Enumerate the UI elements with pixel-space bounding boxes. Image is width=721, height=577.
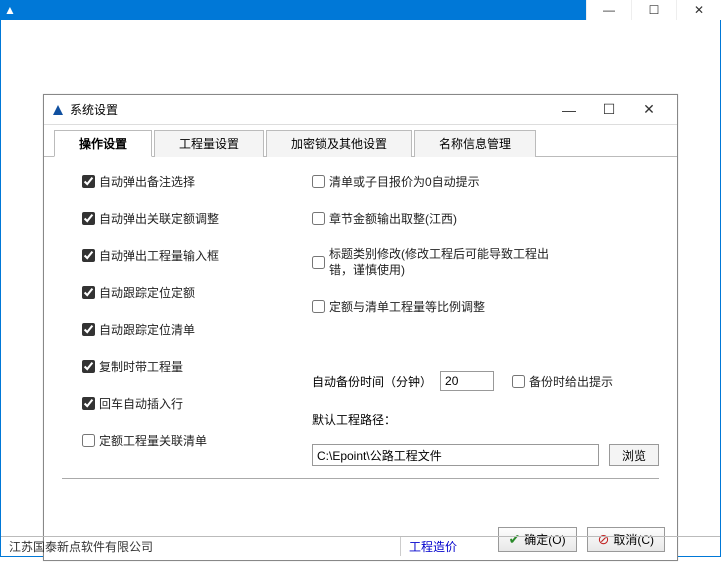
backup-minutes-input[interactable] (440, 371, 494, 391)
option-copy-with-quantity[interactable]: 复制时带工程量 (82, 358, 292, 375)
option-title-category-modify[interactable]: 标题类别修改(修改工程后可能导致工程出错，谨慎使用) (312, 247, 659, 278)
option-enter-auto-insert-row[interactable]: 回车自动插入行 (82, 395, 292, 412)
option-auto-popup-quantity-input[interactable]: 自动弹出工程量输入框 (82, 247, 292, 264)
dialog-window-controls: — ☐ ✕ (549, 96, 669, 124)
outer-window-titlebar: ▲ — ☐ ✕ (0, 0, 721, 20)
settings-dialog: 系统设置 — ☐ ✕ 操作设置 工程量设置 加密锁及其他设置 名称信息管理 自动… (43, 94, 678, 561)
tab-label: 操作设置 (79, 137, 127, 151)
option-auto-popup-remark[interactable]: 自动弹出备注选择 (82, 173, 292, 190)
option-auto-track-list[interactable]: 自动跟踪定位清单 (82, 321, 292, 338)
tab-label: 加密锁及其他设置 (291, 137, 387, 151)
option-auto-track-quota[interactable]: 自动跟踪定位定额 (82, 284, 292, 301)
app-logo-icon (52, 104, 64, 116)
option-label: 定额与清单工程量等比例调整 (329, 298, 485, 315)
tab-dongle-settings[interactable]: 加密锁及其他设置 (266, 130, 412, 157)
option-label: 自动跟踪定位定额 (99, 284, 195, 301)
tab-operation-settings[interactable]: 操作设置 (54, 130, 152, 157)
checkbox[interactable] (82, 434, 95, 447)
dialog-maximize-button[interactable]: ☐ (589, 96, 629, 124)
checkbox[interactable] (312, 212, 325, 225)
option-chapter-amount-round[interactable]: 章节金额输出取整(江西) (312, 210, 659, 227)
option-label: 回车自动插入行 (99, 395, 183, 412)
checkbox[interactable] (82, 397, 95, 410)
checkbox[interactable] (512, 375, 525, 388)
option-label: 自动跟踪定位清单 (99, 321, 195, 338)
option-backup-prompt[interactable]: 备份时给出提示 (512, 373, 613, 390)
default-path-label: 默认工程路径： (312, 411, 659, 428)
checkbox[interactable] (82, 323, 95, 336)
option-auto-popup-related-adjust[interactable]: 自动弹出关联定额调整 (82, 210, 292, 227)
option-label: 自动弹出备注选择 (99, 173, 195, 190)
tab-label: 工程量设置 (179, 137, 239, 151)
browse-button[interactable]: 浏览 (609, 444, 659, 466)
right-options-column: 清单或子目报价为0自动提示 章节金额输出取整(江西) 标题类别修改(修改工程后可… (312, 173, 659, 466)
default-path-input[interactable] (312, 444, 599, 466)
status-company: 江苏国泰新点软件有限公司 (1, 537, 401, 556)
option-label: 定额工程量关联清单 (99, 432, 207, 449)
tab-name-info-management[interactable]: 名称信息管理 (414, 130, 536, 157)
outer-window-controls: — ☐ ✕ (586, 0, 721, 20)
left-options-column: 自动弹出备注选择 自动弹出关联定额调整 自动弹出工程量输入框 自动跟踪定位定额 … (82, 173, 292, 466)
dialog-content: 自动弹出备注选择 自动弹出关联定额调整 自动弹出工程量输入框 自动跟踪定位定额 … (44, 157, 677, 519)
option-label: 自动弹出关联定额调整 (99, 210, 219, 227)
dialog-close-button[interactable]: ✕ (629, 96, 669, 124)
checkbox[interactable] (82, 175, 95, 188)
outer-window-title: ▲ (4, 3, 16, 17)
dialog-minimize-button[interactable]: — (549, 96, 589, 124)
option-label: 自动弹出工程量输入框 (99, 247, 219, 264)
status-product: 工程造价 (401, 537, 465, 556)
dialog-titlebar: 系统设置 — ☐ ✕ (44, 95, 677, 125)
checkbox[interactable] (82, 212, 95, 225)
option-quota-quantity-link-list[interactable]: 定额工程量关联清单 (82, 432, 292, 449)
backup-row: 自动备份时间（分钟） 备份时给出提示 (312, 371, 659, 391)
checkbox[interactable] (82, 360, 95, 373)
tab-quantity-settings[interactable]: 工程量设置 (154, 130, 264, 157)
option-label: 备份时给出提示 (529, 373, 613, 390)
option-zero-price-prompt[interactable]: 清单或子目报价为0自动提示 (312, 173, 659, 190)
checkbox[interactable] (312, 175, 325, 188)
tabs: 操作设置 工程量设置 加密锁及其他设置 名称信息管理 (44, 129, 677, 157)
option-label: 章节金额输出取整(江西) (329, 210, 457, 227)
content-divider (62, 478, 659, 479)
option-label: 复制时带工程量 (99, 358, 183, 375)
option-label: 标题类别修改(修改工程后可能导致工程出错，谨慎使用) (329, 247, 559, 278)
option-quota-list-ratio-adjust[interactable]: 定额与清单工程量等比例调整 (312, 298, 659, 315)
backup-label: 自动备份时间（分钟） (312, 373, 432, 390)
checkbox[interactable] (312, 300, 325, 313)
minimize-button[interactable]: — (586, 0, 631, 20)
path-row: 浏览 (312, 444, 659, 466)
checkbox[interactable] (312, 256, 325, 269)
status-bar: 江苏国泰新点软件有限公司 工程造价 (1, 536, 720, 556)
outer-window-body: 系统设置 — ☐ ✕ 操作设置 工程量设置 加密锁及其他设置 名称信息管理 自动… (0, 20, 721, 557)
tab-label: 名称信息管理 (439, 137, 511, 151)
dialog-title: 系统设置 (70, 101, 118, 118)
checkbox[interactable] (82, 286, 95, 299)
option-label: 清单或子目报价为0自动提示 (329, 173, 480, 190)
close-button[interactable]: ✕ (676, 0, 721, 20)
maximize-button[interactable]: ☐ (631, 0, 676, 20)
checkbox[interactable] (82, 249, 95, 262)
